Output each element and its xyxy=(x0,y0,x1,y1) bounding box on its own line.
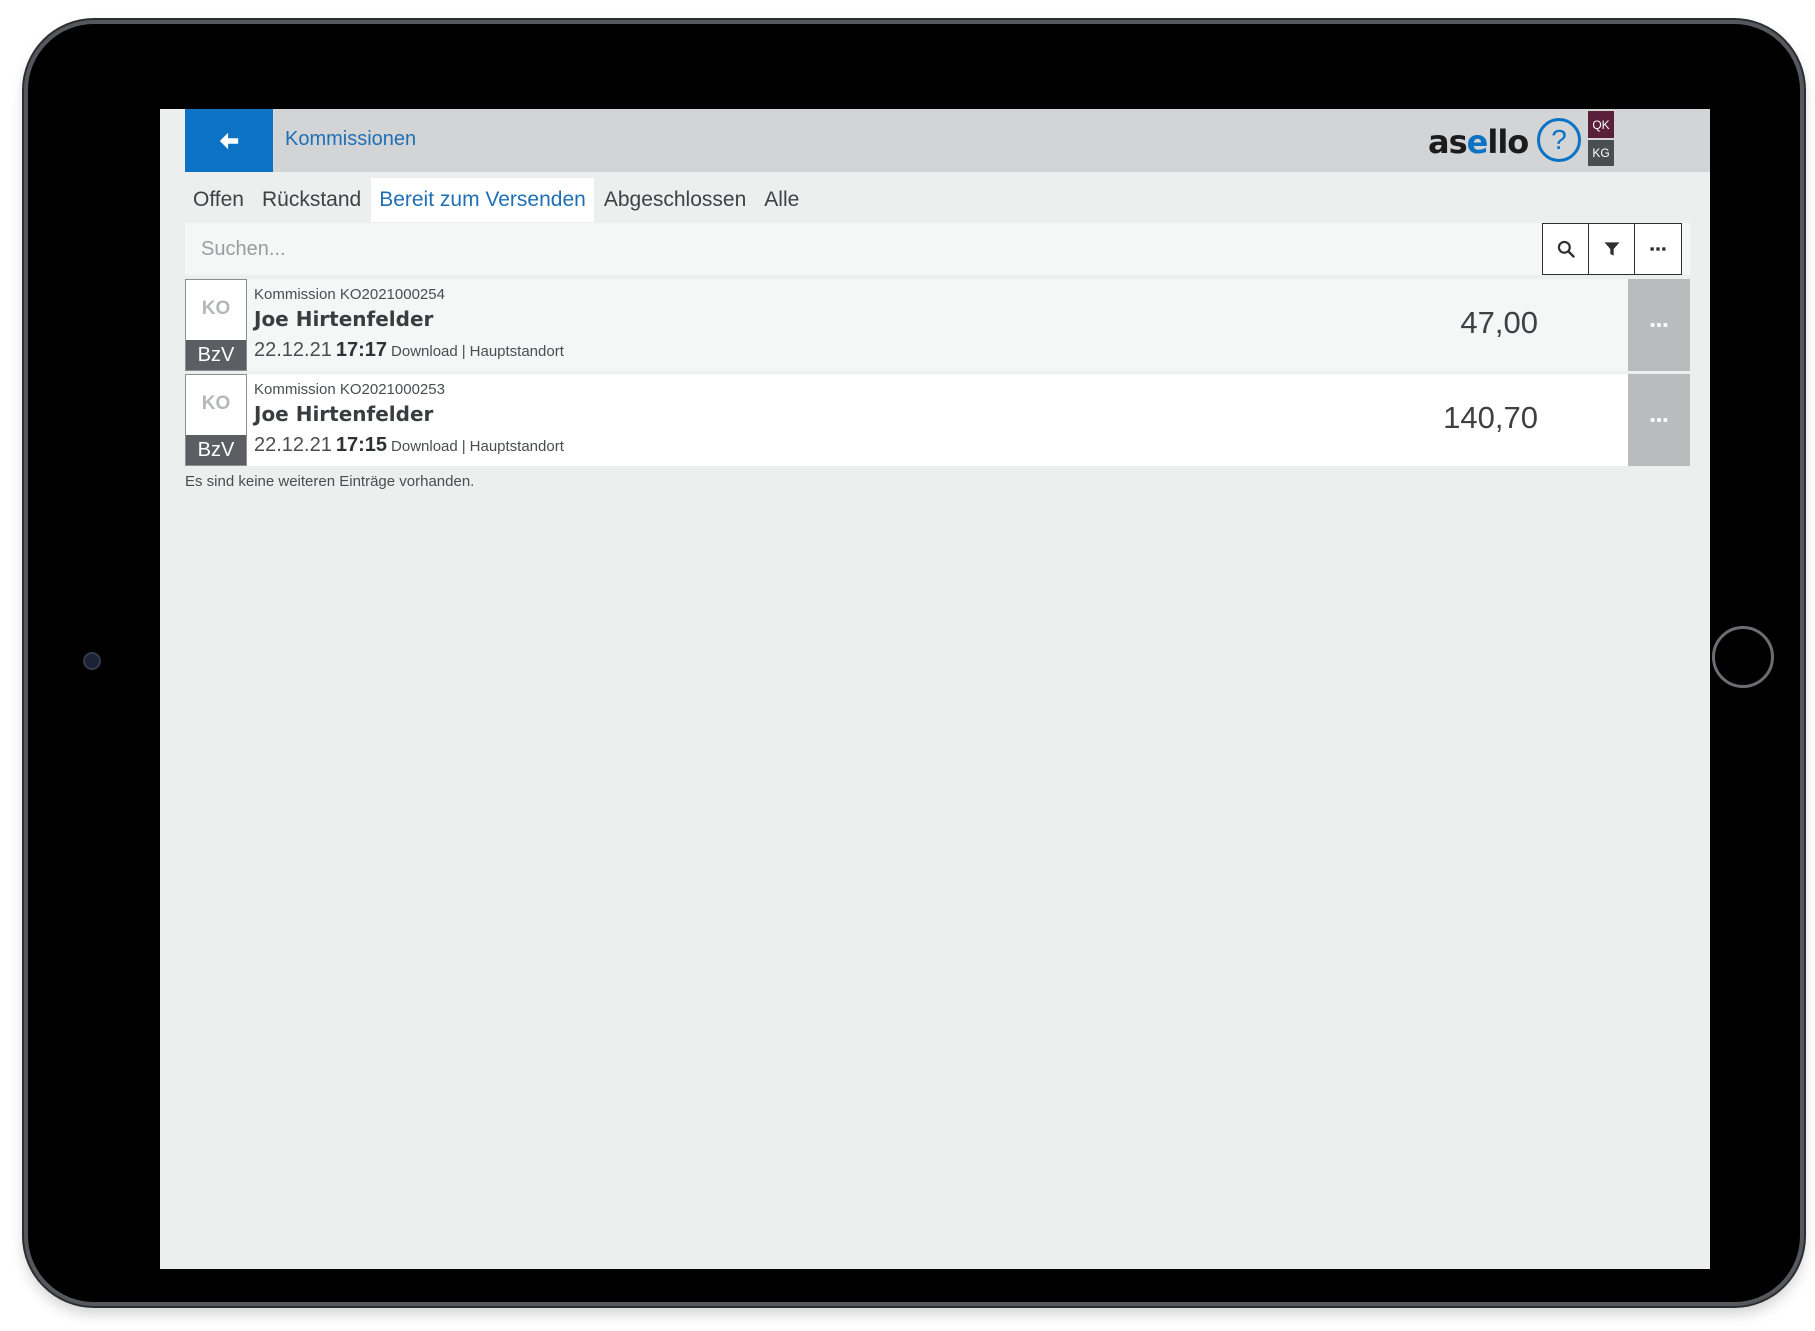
search-icon xyxy=(1557,240,1575,258)
search-button[interactable] xyxy=(1542,223,1590,275)
tab-rueckstand[interactable]: Rückstand xyxy=(254,178,369,222)
item-number: Kommission KO2021000253 xyxy=(254,381,445,398)
item-source: Download xyxy=(391,343,458,360)
meta-separator: | xyxy=(461,438,466,455)
badge-kg[interactable]: KG xyxy=(1588,140,1614,166)
tab-alle[interactable]: Alle xyxy=(756,178,807,222)
back-button[interactable] xyxy=(185,109,273,172)
item-date: 22.12.21 xyxy=(254,339,332,361)
badge-qk[interactable]: QK xyxy=(1588,111,1614,138)
status-code: BzV xyxy=(186,340,246,370)
camera-icon xyxy=(83,652,101,670)
status-code: BzV xyxy=(186,435,246,465)
tab-bereit-zum-versenden[interactable]: Bereit zum Versenden xyxy=(371,178,594,222)
item-meta: 22.12.21 17:15 Download | Hauptstandort xyxy=(254,434,564,457)
customer-name: Joe Hirtenfelder xyxy=(254,307,434,331)
tablet-frame: Kommissionen asello ? QK KG Offen Rückst… xyxy=(24,20,1804,1306)
tab-abgeschlossen[interactable]: Abgeschlossen xyxy=(596,178,754,222)
search-input[interactable] xyxy=(185,223,1545,275)
type-code: KO xyxy=(201,298,231,319)
item-source: Download xyxy=(391,438,458,455)
asello-logo: asello xyxy=(1428,123,1529,161)
status-tabs: Offen Rückstand Bereit zum Versenden Abg… xyxy=(185,178,809,222)
item-more-button[interactable] xyxy=(1628,279,1690,371)
filter-button[interactable] xyxy=(1588,223,1636,275)
help-symbol: ? xyxy=(1551,124,1567,155)
item-more-button[interactable] xyxy=(1628,374,1690,466)
item-time: 17:17 xyxy=(335,339,388,361)
list-item[interactable]: KO BzV Kommission KO2021000254 Joe Hirte… xyxy=(185,279,1690,371)
page-title: Kommissionen xyxy=(285,128,417,150)
more-options-button[interactable] xyxy=(1634,223,1682,275)
item-meta: 22.12.21 17:17 Download | Hauptstandort xyxy=(254,339,564,362)
list-item[interactable]: KO BzV Kommission KO2021000253 Joe Hirte… xyxy=(185,374,1690,466)
ellipsis-icon xyxy=(1650,418,1668,422)
item-date: 22.12.21 xyxy=(254,434,332,456)
ellipsis-icon xyxy=(1650,247,1666,251)
customer-name: Joe Hirtenfelder xyxy=(254,402,434,426)
home-button[interactable] xyxy=(1712,626,1774,688)
type-badge: KO BzV xyxy=(185,279,247,371)
search-bar xyxy=(185,223,1690,275)
tab-offen[interactable]: Offen xyxy=(185,178,252,222)
filter-icon xyxy=(1604,242,1620,256)
item-amount: 140,70 xyxy=(1443,400,1538,435)
item-amount: 47,00 xyxy=(1460,305,1538,340)
help-icon[interactable]: ? xyxy=(1537,118,1581,162)
app-header: Kommissionen asello ? QK KG xyxy=(185,109,1710,172)
arrow-left-icon xyxy=(219,132,239,149)
type-badge: KO BzV xyxy=(185,374,247,466)
item-location: Hauptstandort xyxy=(469,438,564,455)
item-location: Hauptstandort xyxy=(469,343,564,360)
item-number: Kommission KO2021000254 xyxy=(254,286,445,303)
ellipsis-icon xyxy=(1650,323,1668,327)
app-screen: Kommissionen asello ? QK KG Offen Rückst… xyxy=(160,109,1710,1269)
type-code: KO xyxy=(201,393,231,414)
meta-separator: | xyxy=(461,343,466,360)
no-more-entries-text: Es sind keine weiteren Einträge vorhande… xyxy=(185,473,475,490)
item-time: 17:15 xyxy=(335,434,388,456)
